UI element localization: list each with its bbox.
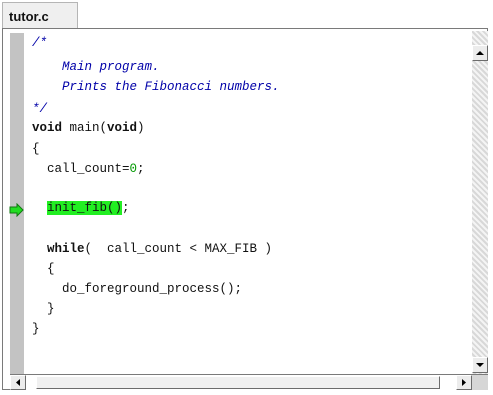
code-line-main: void main(void) — [32, 121, 145, 135]
current-execution-highlight: init_fib() — [47, 201, 123, 215]
down-arrow-icon[interactable] — [472, 357, 488, 373]
code-text: main( — [62, 121, 108, 135]
keyword: void — [107, 121, 138, 135]
code-text: call_count= — [32, 162, 130, 176]
up-arrow-icon[interactable] — [472, 45, 488, 61]
code-text: ( call_count < MAX_FIB ) — [84, 242, 273, 256]
code-line-init-fib: init_fib(); — [32, 201, 130, 215]
vertical-scrollbar[interactable] — [472, 31, 488, 375]
code-line-brace: } — [32, 322, 40, 336]
code-line-brace: { — [32, 142, 40, 156]
left-arrow-icon[interactable] — [10, 375, 26, 390]
comment-line: Main program. — [32, 60, 160, 74]
horizontal-scrollbar[interactable] — [10, 374, 472, 390]
right-arrow-icon[interactable] — [456, 375, 472, 390]
code-line-while: while( call_count < MAX_FIB ) — [32, 242, 272, 256]
comment-line: /* — [32, 36, 48, 50]
code-area[interactable]: /* Main program. Prints the Fibonacci nu… — [0, 0, 480, 376]
code-text: ) — [137, 121, 145, 135]
code-line-brace: { — [32, 262, 55, 276]
number-literal: 0 — [129, 162, 138, 176]
code-line-call-count: call_count=0; — [32, 162, 145, 176]
scrollbar-corner — [472, 374, 488, 390]
code-line-foreground: do_foreground_process(); — [32, 282, 243, 296]
keyword: void — [32, 121, 63, 135]
code-line-brace: } — [32, 302, 55, 316]
code-text: ; — [137, 162, 145, 176]
keyword: while — [47, 242, 85, 256]
code-text: ; — [122, 201, 130, 215]
comment-line: Prints the Fibonacci numbers. — [32, 80, 280, 94]
comment-line: */ — [32, 102, 48, 116]
horizontal-scroll-thumb[interactable] — [36, 376, 440, 389]
